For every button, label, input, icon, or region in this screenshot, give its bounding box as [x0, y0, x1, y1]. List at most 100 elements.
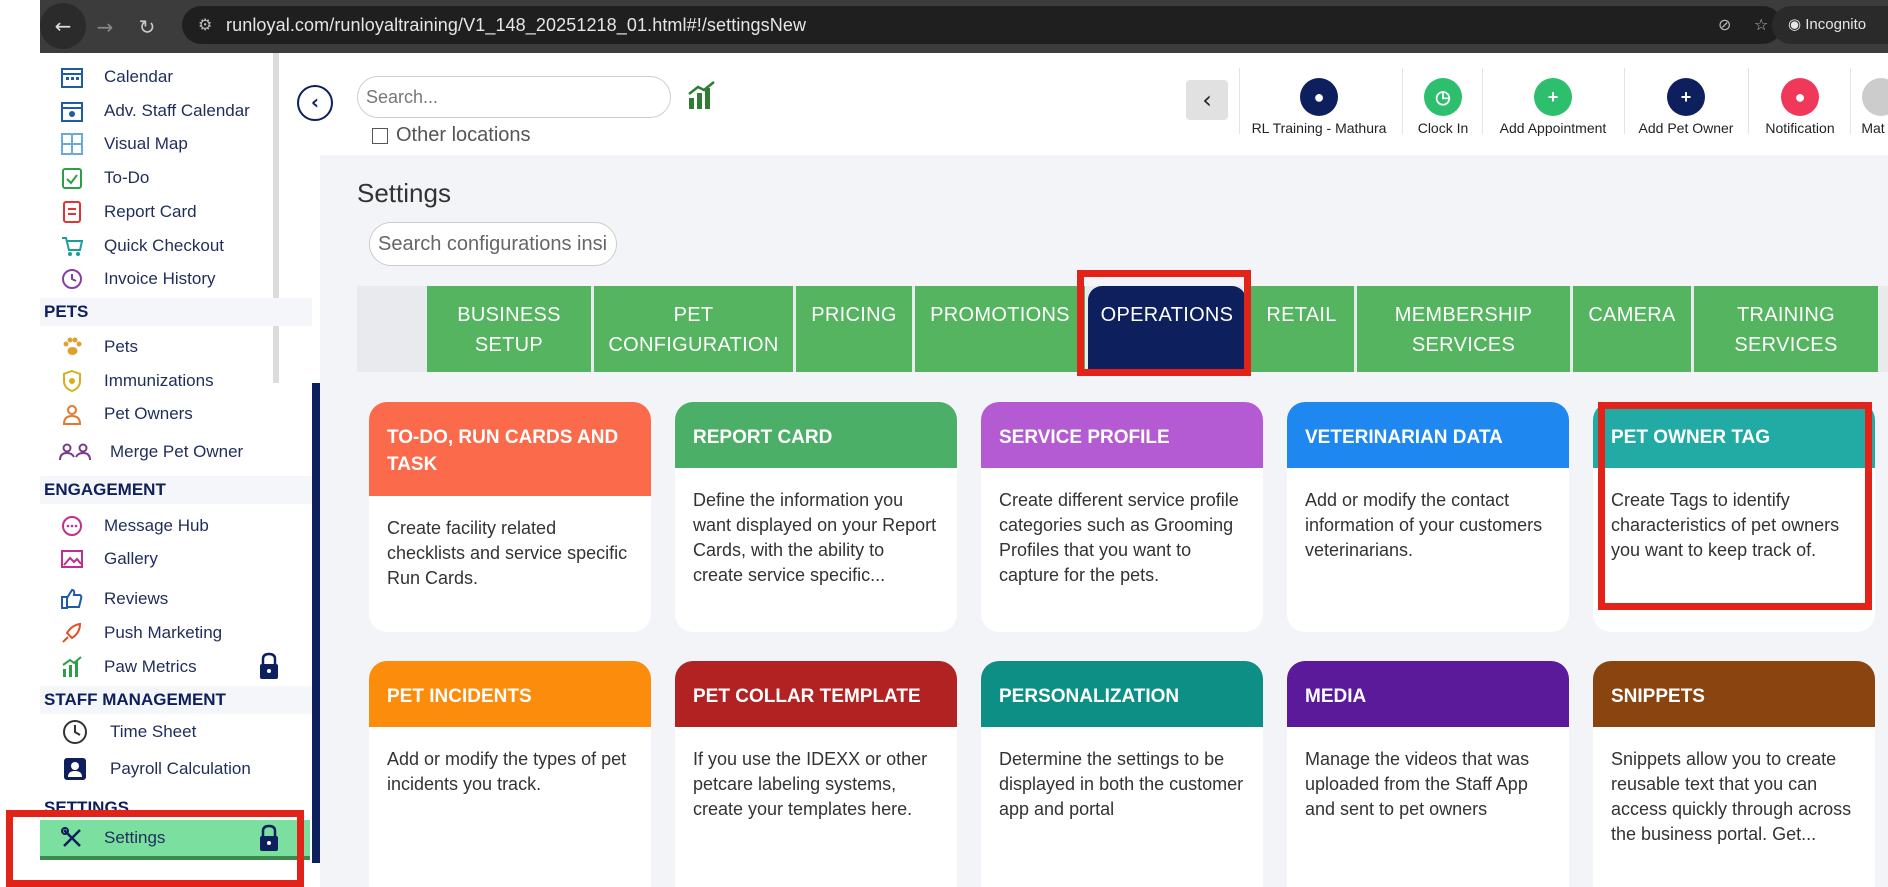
other-locations-label: Other locations: [396, 124, 531, 146]
invoice-history-icon: [58, 267, 86, 291]
sidebar-item-label: Pets: [104, 337, 139, 356]
card-description: Add or modify the contact information of…: [1305, 490, 1543, 560]
tab-pet-configuration[interactable]: PET CONFIGURATION: [594, 286, 793, 372]
card-personalization[interactable]: PERSONALIZATION Determine the settings t…: [981, 661, 1263, 887]
sidebar-item-quick-checkout[interactable]: Quick Checkout: [40, 231, 224, 261]
tab-training-services[interactable]: TRAINING SERVICES: [1694, 286, 1878, 372]
add-pet-owner-button[interactable]: + Add Pet Owner: [1632, 78, 1740, 136]
sidebar-item-label: Message Hub: [104, 516, 209, 535]
tab-label: PET: [673, 304, 714, 326]
address-bar[interactable]: ⚙ runloyal.com/runloyaltraining/V1_148_2…: [182, 6, 1782, 44]
incognito-badge[interactable]: ◉ Incognito: [1772, 6, 1888, 44]
sidebar-item-label: Quick Checkout: [104, 236, 224, 255]
payroll-icon: [58, 757, 92, 781]
location-selector[interactable]: ● RL Training - Mathura: [1246, 78, 1392, 136]
sidebar-item-pets[interactable]: Pets: [40, 332, 138, 362]
sidebar-item-merge-pet-owner[interactable]: Merge Pet Owner: [40, 437, 243, 467]
sidebar-item-label: To-Do: [104, 168, 150, 187]
tab-label: BUSINESS: [457, 304, 561, 326]
checkbox-box[interactable]: [372, 127, 388, 144]
sidebar-item-label: Push Marketing: [104, 623, 223, 642]
card-title: PET INCIDENTS: [369, 661, 651, 727]
tool-label: Mat: [1861, 120, 1885, 136]
growth-chart-icon[interactable]: [686, 80, 718, 112]
sidebar-item-todo[interactable]: To-Do: [40, 163, 149, 193]
sidebar-item-push-marketing[interactable]: Push Marketing: [40, 618, 222, 648]
clock-icon: ◷: [1424, 78, 1462, 116]
collapse-tools-button[interactable]: ‹: [1186, 80, 1228, 120]
report-card-icon: [58, 200, 86, 224]
site-settings-icon[interactable]: ⚙: [198, 15, 212, 34]
sidebar-item-paw-metrics[interactable]: Paw Metrics: [40, 652, 197, 682]
user-profile-button[interactable]: Mat: [1858, 78, 1888, 136]
shield-icon: [58, 369, 86, 393]
sidebar-item-visual-map[interactable]: Visual Map: [40, 129, 188, 159]
toolbar-divider: [1624, 68, 1625, 134]
sidebar-item-report-card[interactable]: Report Card: [40, 197, 197, 227]
add-person-icon: +: [1667, 78, 1705, 116]
cart-icon: [58, 234, 86, 258]
highlight-pet-owner-tag: [1598, 402, 1872, 610]
sidebar-item-gallery[interactable]: Gallery: [40, 544, 158, 574]
card-snippets[interactable]: SNIPPETS Snippets allow you to create re…: [1593, 661, 1875, 887]
tab-business-setup[interactable]: BUSINESS SETUP: [427, 286, 591, 372]
sidebar-item-message-hub[interactable]: Message Hub: [40, 511, 209, 541]
sidebar-item-invoice-history[interactable]: Invoice History: [40, 264, 215, 294]
add-appointment-button[interactable]: + Add Appointment: [1490, 78, 1616, 136]
card-todo-run-cards[interactable]: TO-DO, RUN CARDS AND TASK Create facilit…: [369, 402, 651, 632]
collapse-sidebar-button[interactable]: ‹: [297, 85, 333, 121]
sidebar-item-payroll-calculation[interactable]: Payroll Calculation: [40, 754, 251, 784]
url-text: runloyal.com/runloyaltraining/V1_148_202…: [226, 15, 807, 35]
sidebar-item-label: Visual Map: [104, 134, 188, 153]
tab-label: SETUP: [474, 334, 544, 356]
card-pet-collar-template[interactable]: PET COLLAR TEMPLATE If you use the IDEXX…: [675, 661, 957, 887]
sidebar-item-label: Invoice History: [104, 269, 216, 288]
sidebar-scrollbar[interactable]: [273, 53, 279, 383]
tab-camera[interactable]: CAMERA: [1573, 286, 1691, 372]
card-title: SNIPPETS: [1593, 661, 1875, 727]
avatar-icon: [1862, 78, 1888, 116]
sidebar-item-pet-owners[interactable]: Pet Owners: [40, 399, 193, 429]
forward-arrow-icon[interactable]: →: [90, 12, 120, 42]
sidebar-item-immunizations[interactable]: Immunizations: [40, 366, 214, 396]
tool-label: Add Pet Owner: [1638, 120, 1734, 136]
search-input[interactable]: Search...: [357, 76, 671, 118]
tab-label: TRAINING: [1737, 304, 1835, 326]
config-search-input[interactable]: Search configurations insi: [369, 222, 617, 266]
card-service-profile[interactable]: SERVICE PROFILE Create different service…: [981, 402, 1263, 632]
map-icon: [58, 132, 86, 156]
card-veterinarian-data[interactable]: VETERINARIAN DATA Add or modify the cont…: [1287, 402, 1569, 632]
other-locations-checkbox[interactable]: Other locations: [372, 124, 531, 147]
back-arrow-icon[interactable]: ←: [40, 3, 86, 49]
card-pet-incidents[interactable]: PET INCIDENTS Add or modify the types of…: [369, 661, 651, 887]
chart-icon: [58, 655, 86, 679]
tab-membership-services[interactable]: MEMBERSHIP SERVICES: [1357, 286, 1570, 372]
card-report-card[interactable]: REPORT CARD Define the information you w…: [675, 402, 957, 632]
clock-in-button[interactable]: ◷ Clock In: [1408, 78, 1478, 136]
card-title: VETERINARIAN DATA: [1287, 402, 1569, 468]
person-icon: [58, 402, 86, 426]
page-title: Settings: [357, 178, 451, 208]
sidebar-item-time-sheet[interactable]: Time Sheet: [40, 717, 196, 747]
todo-icon: [58, 166, 86, 190]
sidebar-item-reviews[interactable]: Reviews: [40, 584, 168, 614]
notification-button[interactable]: ● Notification: [1756, 78, 1844, 136]
highlight-operations-tab: [1077, 270, 1251, 376]
card-description: Determine the settings to be displayed i…: [999, 749, 1244, 819]
sidebar-item-calendar[interactable]: Calendar: [40, 62, 173, 92]
card-media[interactable]: MEDIA Manage the videos that was uploade…: [1287, 661, 1569, 887]
card-description: Define the information you want displaye…: [693, 490, 937, 585]
tab-label: PRICING: [811, 304, 897, 326]
card-description: Create facility related checklists and s…: [387, 518, 628, 588]
reload-icon[interactable]: ↻: [132, 12, 162, 42]
add-calendar-icon: +: [1534, 78, 1572, 116]
sidebar-item-adv-staff-calendar[interactable]: Adv. Staff Calendar: [40, 96, 250, 126]
tab-pricing[interactable]: PRICING: [796, 286, 912, 372]
tab-promotions[interactable]: PROMOTIONS: [915, 286, 1085, 372]
eye-off-icon[interactable]: ⊘: [1718, 15, 1731, 34]
tab-label: SERVICES: [1734, 334, 1838, 356]
tool-label: Add Appointment: [1499, 120, 1607, 136]
tab-retail[interactable]: RETAIL: [1249, 286, 1354, 372]
bookmark-star-icon[interactable]: ☆: [1754, 15, 1768, 34]
card-description: Manage the videos that was uploaded from…: [1305, 749, 1530, 819]
